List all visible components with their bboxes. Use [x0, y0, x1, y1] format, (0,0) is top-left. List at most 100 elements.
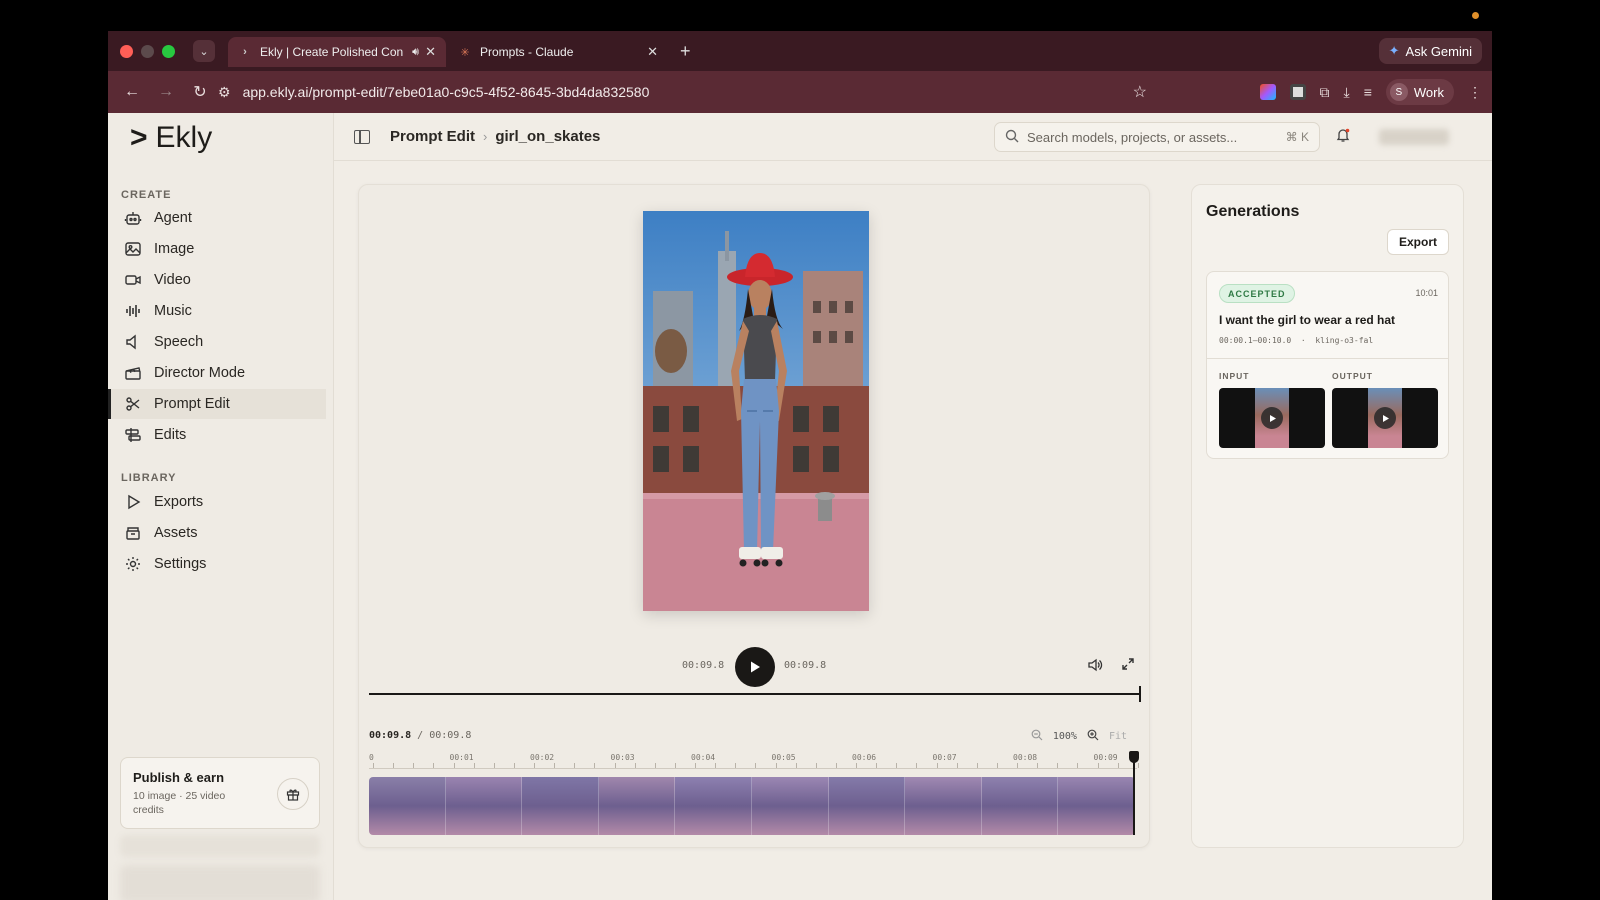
editor-panel: 00:09.8 00:09.8 00:09.8 / 00:09.8 100% F…: [358, 184, 1150, 848]
play-button[interactable]: [735, 647, 775, 687]
ruler-tick: [574, 763, 576, 768]
play-outline-icon: [124, 493, 142, 511]
scissors-icon: [124, 395, 142, 413]
export-button[interactable]: Export: [1386, 229, 1449, 255]
timeline-ruler[interactable]: 0 00:01 00:02 00:03 00:04 00:05 00:06 00:07 00:0…: [369, 753, 1139, 769]
robot-icon: [124, 209, 142, 227]
sidebar-item-exports[interactable]: Exports: [110, 487, 326, 517]
tab-search-button[interactable]: ⌄: [193, 40, 215, 62]
ruler-label: 00:06: [852, 753, 877, 762]
tab-claude[interactable]: ✳ Prompts - Claude ✕: [448, 37, 668, 67]
forward-icon[interactable]: →: [156, 83, 176, 101]
tab-bar: ⌄ › Ekly | Create Polished Con 🔊︎ ✕ ✳ Pr…: [108, 31, 1492, 71]
sidebar-item-label: Video: [154, 272, 191, 288]
sidebar-item-label: Director Mode: [154, 365, 246, 381]
logo-chevron-icon: >: [130, 121, 148, 154]
ruler-tick: [393, 763, 395, 768]
sidebar-item-agent[interactable]: Agent: [110, 203, 326, 233]
ask-gemini-button[interactable]: ✦ Ask Gemini: [1378, 38, 1482, 64]
blurred-user-name: [1379, 129, 1449, 145]
close-tab-icon[interactable]: ✕: [425, 44, 436, 60]
publish-earn-card[interactable]: Publish & earn 10 image · 25 video credi…: [120, 757, 320, 829]
play-icon[interactable]: [1374, 407, 1396, 429]
sidebar: > Ekly CREATE Agent Image Video Music Sp…: [108, 113, 334, 900]
search-icon: [1005, 129, 1019, 146]
ruler-tick: [735, 763, 737, 768]
timeline-clip-strip[interactable]: [369, 777, 1135, 835]
playback-scrubber[interactable]: [369, 686, 1141, 702]
generation-time: 10:01: [1415, 288, 1438, 298]
site-settings-icon[interactable]: ⚙: [218, 84, 231, 101]
generation-model: kling-o3-fal: [1315, 336, 1374, 345]
play-icon[interactable]: [1261, 407, 1283, 429]
zoom-out-icon[interactable]: [1031, 729, 1043, 744]
card-divider: [1207, 358, 1448, 359]
ruler-tick: [534, 763, 535, 768]
fit-button[interactable]: Fit: [1109, 731, 1127, 742]
gift-icon[interactable]: [277, 778, 309, 810]
ruler-tick: [896, 763, 898, 768]
extension-sheet-icon[interactable]: [1289, 84, 1306, 100]
edits-icon: [124, 426, 142, 444]
sidebar-item-settings[interactable]: Settings: [110, 549, 326, 579]
profile-button[interactable]: S Work: [1385, 79, 1454, 105]
sidebar-item-label: Agent: [154, 210, 192, 226]
gear-icon: [124, 555, 142, 573]
zoom-in-icon[interactable]: [1087, 729, 1099, 744]
input-video-thumbnail[interactable]: [1219, 388, 1325, 448]
sidebar-item-prompt-edit[interactable]: Prompt Edit: [108, 389, 326, 419]
sidebar-item-speech[interactable]: Speech: [110, 327, 326, 357]
close-tab-icon[interactable]: ✕: [647, 44, 658, 60]
new-tab-button[interactable]: +: [680, 41, 691, 62]
sidebar-item-assets[interactable]: Assets: [110, 518, 326, 548]
ruler-label: 0: [369, 753, 374, 762]
browser-menu-icon[interactable]: ⋮: [1468, 84, 1482, 101]
notification-bell-icon[interactable]: [1335, 127, 1351, 148]
generations-title: Generations: [1206, 203, 1300, 220]
ruler-tick: [373, 763, 374, 768]
ruler-tick: [775, 763, 777, 768]
speaker-icon[interactable]: 🔊︎: [412, 46, 419, 59]
sidebar-item-edits[interactable]: Edits: [110, 420, 326, 450]
tab-title: Ekly | Create Polished Con: [260, 45, 404, 59]
clip-frame: [522, 777, 599, 835]
extension-figma-icon[interactable]: [1259, 84, 1276, 100]
extensions-puzzle-icon[interactable]: ⧉: [1320, 84, 1330, 101]
reload-icon[interactable]: ↻: [190, 82, 210, 102]
breadcrumb-parent[interactable]: Prompt Edit: [390, 128, 475, 145]
ruler-tick: [614, 763, 616, 768]
ruler-tick: [695, 763, 696, 768]
sidebar-item-label: Settings: [154, 556, 207, 572]
timeline-playhead[interactable]: [1129, 751, 1139, 835]
ruler-tick: [554, 763, 556, 768]
ekly-logo[interactable]: > Ekly: [130, 121, 212, 155]
speaker-icon: [124, 333, 142, 351]
minimize-window-button[interactable]: [141, 44, 154, 58]
close-window-button[interactable]: [120, 44, 133, 58]
downloads-icon[interactable]: ⤓: [1344, 84, 1350, 101]
ruler-tick: [674, 763, 676, 768]
back-icon[interactable]: ←: [122, 83, 142, 101]
sidebar-item-video[interactable]: Video: [110, 265, 326, 295]
fullscreen-icon[interactable]: [1121, 657, 1135, 676]
sidebar-item-director-mode[interactable]: Director Mode: [110, 358, 326, 388]
ruler-tick: [1097, 763, 1099, 768]
volume-icon[interactable]: [1087, 657, 1103, 678]
toggle-sidebar-icon[interactable]: [354, 129, 370, 144]
output-video-thumbnail[interactable]: [1332, 388, 1438, 448]
video-preview[interactable]: [643, 211, 869, 611]
browser-toolbar: ⧉ ⤓ ≡ S Work ⋮: [1259, 77, 1482, 107]
play-icon: [751, 661, 760, 673]
sidebar-item-music[interactable]: Music: [110, 296, 326, 326]
maximize-window-button[interactable]: [162, 44, 175, 58]
video-frame-image: [643, 211, 869, 611]
ask-gemini-label: Ask Gemini: [1405, 43, 1472, 59]
search-input[interactable]: Search models, projects, or assets... ⌘ …: [994, 122, 1320, 152]
breadcrumb-current: girl_on_skates: [495, 128, 601, 145]
media-control-icon[interactable]: ≡: [1364, 84, 1372, 100]
generation-card[interactable]: ACCEPTED 10:01 I want the girl to wear a…: [1206, 271, 1449, 459]
sidebar-item-image[interactable]: Image: [110, 234, 326, 264]
tab-ekly[interactable]: › Ekly | Create Polished Con 🔊︎ ✕: [228, 37, 446, 67]
bookmark-star-icon[interactable]: ☆: [1133, 82, 1147, 102]
url-field[interactable]: ⚙ app.ekly.ai/prompt-edit/7ebe01a0-c9c5-…: [218, 77, 1147, 107]
